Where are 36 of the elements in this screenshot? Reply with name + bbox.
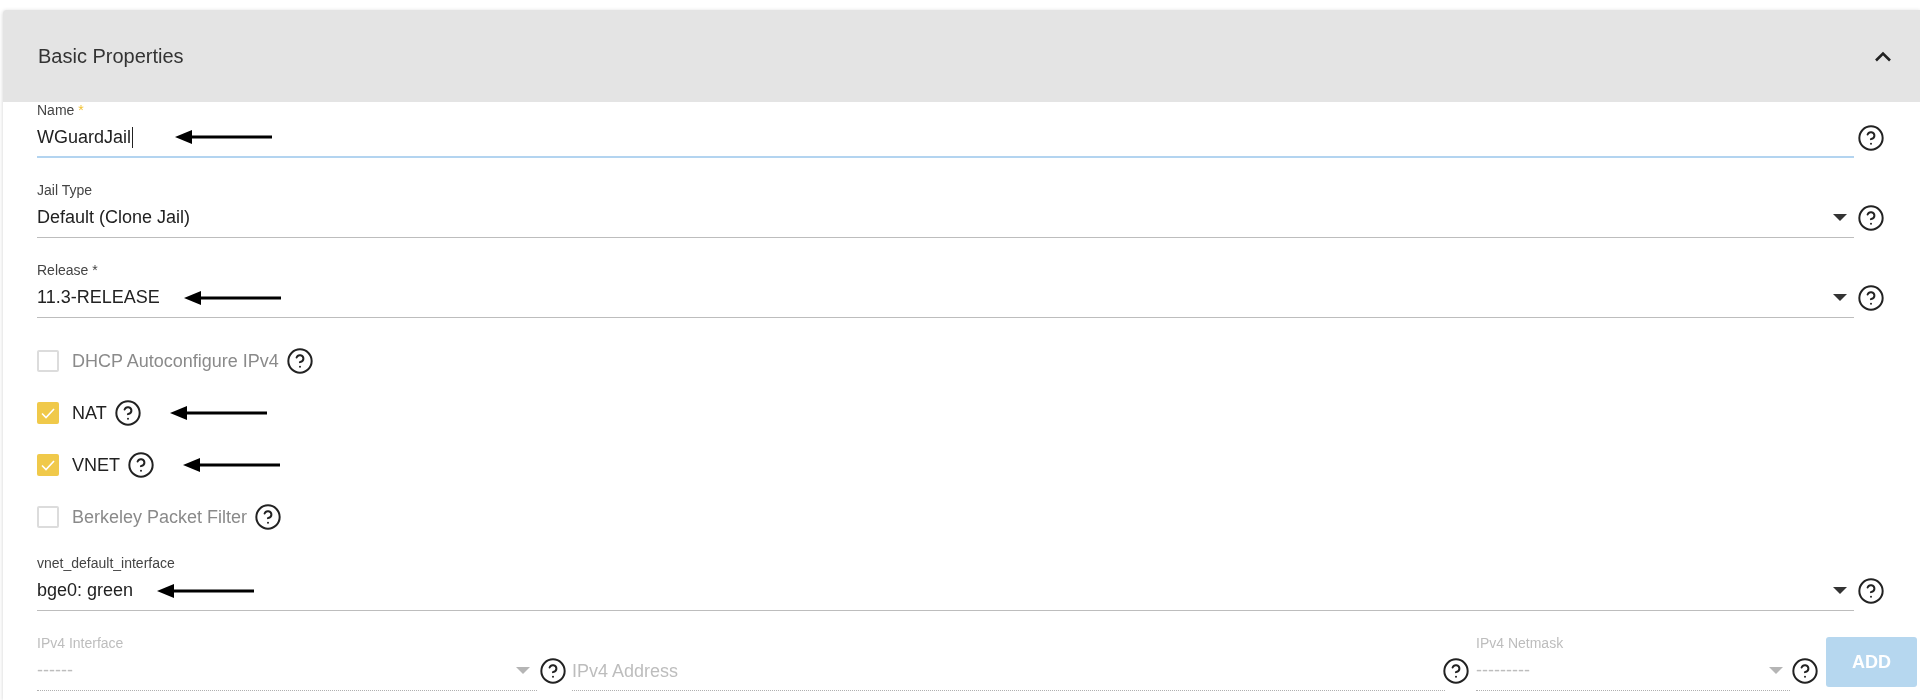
select-field[interactable]: bge0: green (37, 571, 1854, 611)
field-label: IPv4 Netmask (1476, 635, 1564, 651)
checkbox-label[interactable]: NAT (72, 402, 107, 424)
checkmark-icon (41, 459, 55, 471)
checkbox[interactable] (37, 506, 59, 528)
checkbox[interactable] (37, 454, 59, 476)
field-label: Release * (37, 262, 98, 278)
panel-title: Basic Properties (38, 44, 184, 68)
checkbox[interactable] (37, 350, 59, 372)
select-field[interactable]: 11.3-RELEASE (37, 278, 1854, 318)
field-label: vnet_default_interface (37, 555, 175, 571)
select-field[interactable]: Default (Clone Jail) (37, 198, 1854, 238)
dropdown-caret-icon[interactable] (1833, 587, 1847, 594)
field-label: Name * (37, 102, 84, 118)
text-cursor (132, 126, 134, 148)
help-icon[interactable] (285, 347, 314, 375)
help-icon[interactable] (1857, 124, 1885, 152)
help-icon[interactable] (254, 503, 283, 531)
dropdown-caret-icon[interactable] (1833, 214, 1847, 221)
chevron-up-icon[interactable] (1874, 50, 1892, 62)
panel-header[interactable]: Basic Properties (3, 10, 1920, 102)
help-icon[interactable] (539, 657, 567, 685)
help-icon[interactable] (1791, 657, 1819, 685)
help-icon[interactable] (113, 399, 142, 427)
help-icon[interactable] (1857, 577, 1885, 605)
checkbox-label[interactable]: VNET (72, 454, 120, 476)
field-label: Jail Type (37, 182, 92, 198)
help-icon[interactable] (127, 451, 155, 479)
help-icon[interactable] (1442, 657, 1470, 685)
checkbox[interactable] (37, 402, 59, 424)
checkmark-icon (41, 407, 55, 419)
help-icon[interactable] (1857, 204, 1885, 232)
help-icon[interactable] (1857, 284, 1885, 312)
dropdown-caret-icon[interactable] (1833, 294, 1847, 301)
field-label: IPv4 Interface (37, 635, 124, 651)
text-input[interactable]: WGuardJail (37, 118, 1854, 158)
